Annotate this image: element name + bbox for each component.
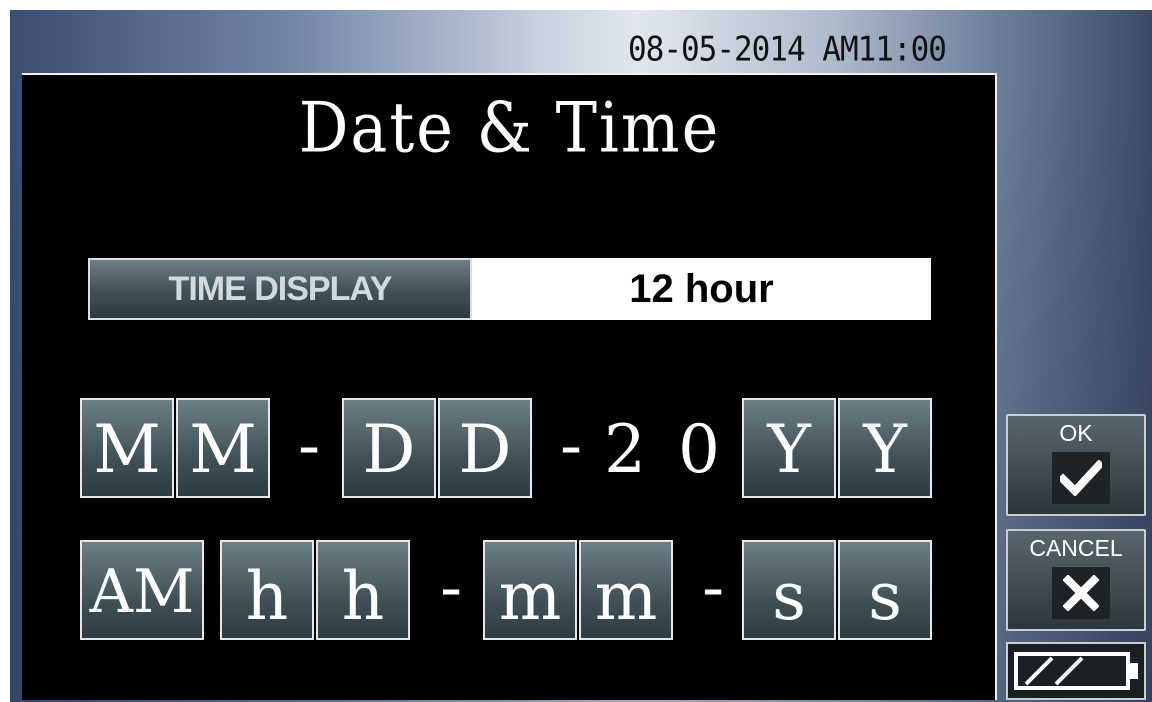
- x-icon: [1052, 567, 1110, 619]
- battery-indicator: [1006, 642, 1146, 700]
- battery-level-bar: [1054, 656, 1084, 686]
- status-datetime: 08-05-2014 AM11:00: [628, 29, 947, 70]
- date-separator-1: -: [297, 409, 321, 482]
- time-display-select[interactable]: 12 hour: [472, 258, 931, 320]
- date-separator-2: -: [559, 409, 583, 482]
- minute-digit-2[interactable]: m: [579, 540, 673, 640]
- page-title: Date & Time: [298, 86, 721, 169]
- time-separator-2: -: [701, 551, 725, 624]
- checkmark-icon: [1052, 452, 1110, 504]
- day-digit-2[interactable]: D: [438, 398, 532, 498]
- ok-button[interactable]: OK: [1006, 414, 1146, 516]
- minute-digit-1[interactable]: m: [483, 540, 577, 640]
- hour-digit-2[interactable]: h: [316, 540, 410, 640]
- century-digit-1: 2: [604, 411, 646, 488]
- second-digit-2[interactable]: s: [838, 540, 932, 640]
- month-digit-1[interactable]: M: [80, 398, 174, 498]
- second-digit-1[interactable]: s: [742, 540, 836, 640]
- battery-icon: [1014, 652, 1138, 690]
- year-digit-2[interactable]: Y: [838, 398, 932, 498]
- year-digit-1[interactable]: Y: [742, 398, 836, 498]
- day-digit-1[interactable]: D: [342, 398, 436, 498]
- ampm-field[interactable]: AM: [80, 540, 204, 640]
- month-digit-2[interactable]: M: [176, 398, 270, 498]
- battery-level-bar: [1024, 656, 1054, 686]
- cancel-button-label: CANCEL: [1029, 535, 1123, 561]
- date-time-screen: Date & Time TIME DISPLAY 12 hour M M - D…: [22, 73, 997, 700]
- century-digit-2: 0: [678, 411, 720, 488]
- ok-button-label: OK: [1059, 420, 1093, 446]
- time-display-label: TIME DISPLAY: [88, 258, 472, 320]
- time-separator-1: -: [439, 551, 463, 624]
- hour-digit-1[interactable]: h: [220, 540, 314, 640]
- cancel-button[interactable]: CANCEL: [1006, 529, 1146, 631]
